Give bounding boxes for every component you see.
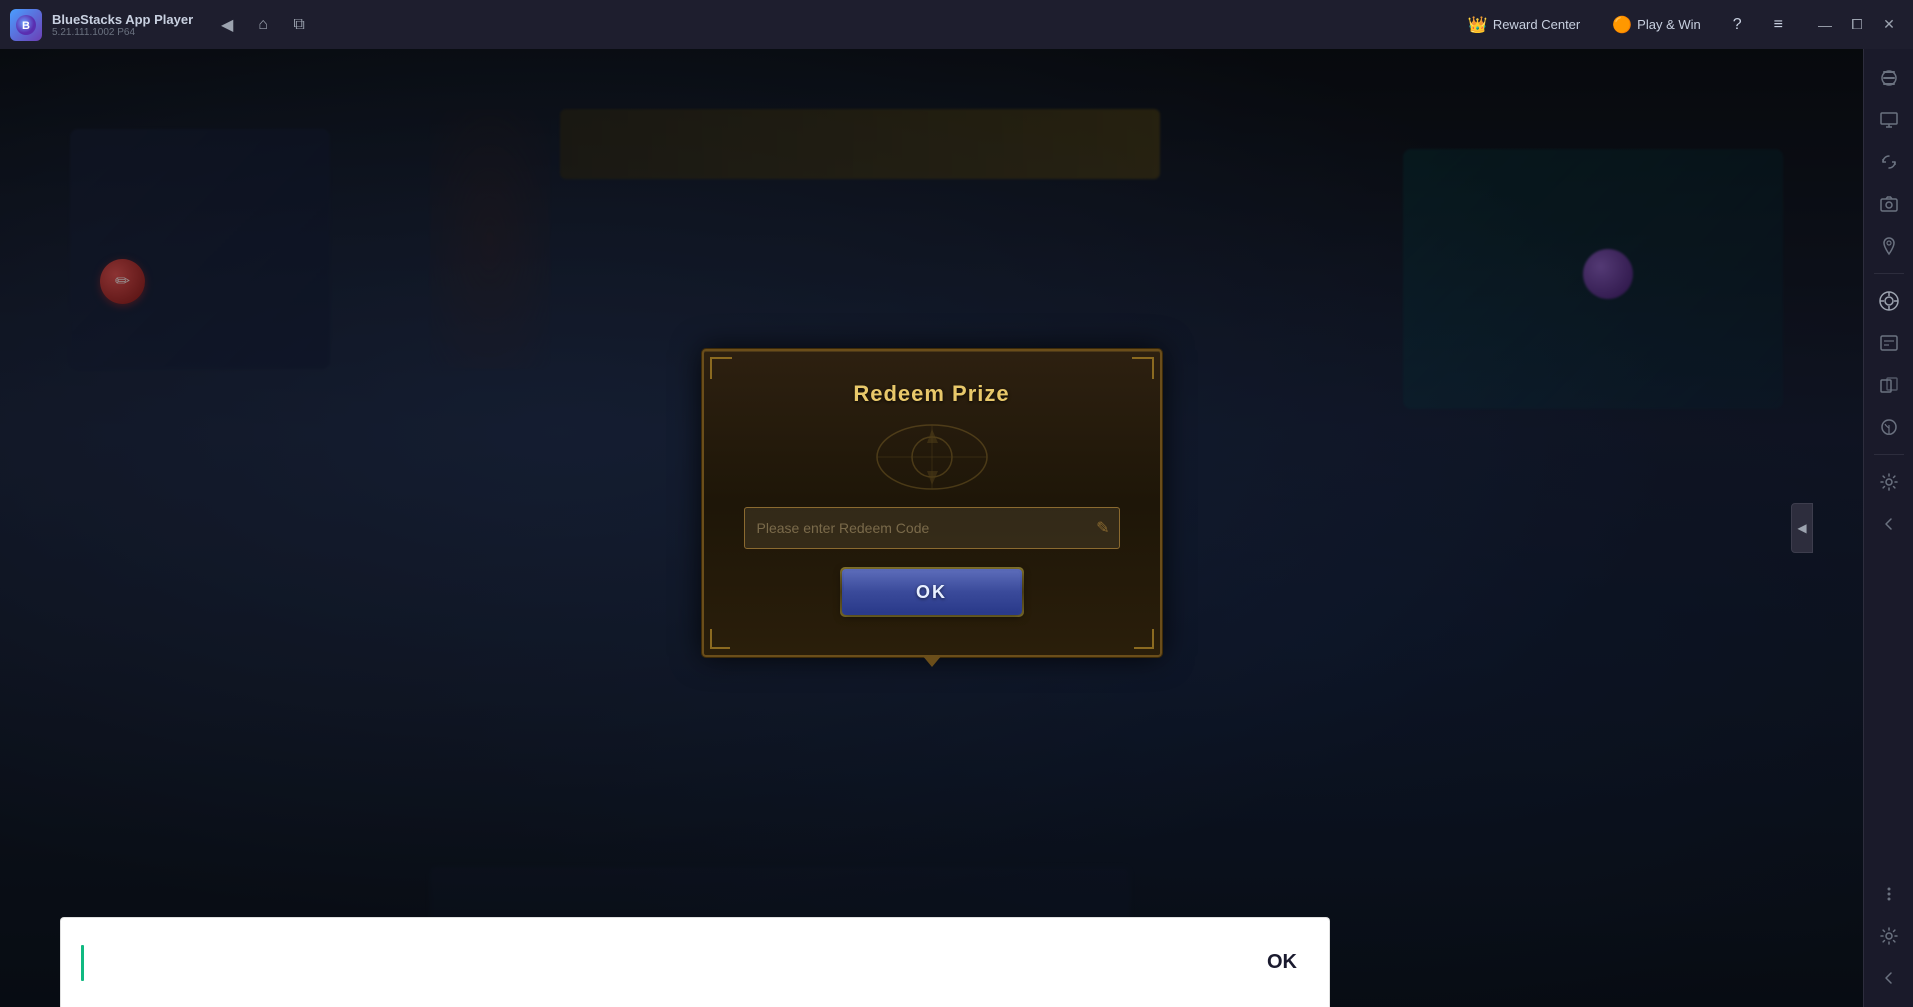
sidebar-sep-2 bbox=[1874, 454, 1904, 455]
sidebar-target-btn[interactable] bbox=[1870, 282, 1908, 320]
corner-bl-decoration bbox=[710, 629, 730, 649]
dialog-title: Redeem Prize bbox=[744, 381, 1120, 407]
window-controls: — ⧠ ✕ bbox=[1811, 11, 1903, 39]
game-viewport[interactable]: ✏ Redeem Prize bbox=[0, 49, 1863, 1007]
sidebar-sep-1 bbox=[1874, 273, 1904, 274]
sidebar-rotate-btn[interactable] bbox=[1870, 143, 1908, 181]
sidebar-location-btn[interactable] bbox=[1870, 227, 1908, 265]
windows-button[interactable]: ⧉ bbox=[285, 11, 313, 39]
right-sidebar bbox=[1863, 49, 1913, 1007]
app-version: 5.21.111.1002 P64 bbox=[52, 27, 193, 38]
sidebar-display-btn[interactable] bbox=[1870, 101, 1908, 139]
bottom-ok-button[interactable]: OK bbox=[1255, 943, 1309, 982]
sidebar-macro-btn[interactable] bbox=[1870, 324, 1908, 362]
ok-button-inner: OK bbox=[844, 571, 1020, 613]
redeem-ok-button[interactable]: OK bbox=[842, 569, 1022, 615]
reward-center-icon: 👑 bbox=[1468, 15, 1488, 35]
back-button[interactable]: ◀ bbox=[213, 11, 241, 39]
close-button[interactable]: ✕ bbox=[1875, 11, 1903, 39]
reward-center-button[interactable]: 👑 Reward Center bbox=[1460, 11, 1588, 39]
play-win-icon: 🟠 bbox=[1612, 15, 1632, 35]
ok-button-wrapper: OK bbox=[744, 569, 1120, 615]
redeem-dialog: Redeem Prize ✎ bbox=[702, 349, 1162, 657]
sidebar-eco-btn[interactable] bbox=[1870, 408, 1908, 446]
redeem-input-wrapper: ✎ bbox=[744, 507, 1120, 549]
bottom-text-input[interactable] bbox=[92, 952, 1235, 973]
sidebar-screenshot-btn[interactable] bbox=[1870, 185, 1908, 223]
minimize-button[interactable]: — bbox=[1811, 11, 1839, 39]
title-bar: B BlueStacks App Player 5.21.111.1002 P6… bbox=[0, 0, 1913, 49]
nav-buttons: ◀ ⌂ ⧉ bbox=[213, 11, 313, 39]
home-button[interactable]: ⌂ bbox=[249, 11, 277, 39]
text-cursor bbox=[81, 945, 84, 981]
sidebar-back-bottom-btn[interactable] bbox=[1870, 959, 1908, 997]
sidebar-back-arrow-btn[interactable] bbox=[1870, 505, 1908, 543]
play-win-label: Play & Win bbox=[1637, 17, 1701, 32]
maximize-button[interactable]: ⧠ bbox=[1843, 11, 1871, 39]
sidebar-settings-gear-btn[interactable] bbox=[1870, 463, 1908, 501]
main-area: ✏ Redeem Prize bbox=[0, 49, 1913, 1007]
play-win-button[interactable]: 🟠 Play & Win bbox=[1604, 11, 1709, 39]
menu-button[interactable]: ≡ bbox=[1766, 12, 1791, 38]
collapse-sidebar-button[interactable]: ◀ bbox=[1791, 503, 1813, 553]
title-bar-right: 👑 Reward Center 🟠 Play & Win ? ≡ bbox=[1460, 11, 1791, 39]
reward-center-label: Reward Center bbox=[1493, 17, 1580, 32]
sidebar-multi-instance-btn[interactable] bbox=[1870, 366, 1908, 404]
app-title: BlueStacks App Player bbox=[52, 12, 193, 27]
svg-text:B: B bbox=[22, 20, 30, 32]
bottom-input-bar: OK bbox=[60, 917, 1330, 1007]
help-button[interactable]: ? bbox=[1725, 12, 1750, 38]
redeem-code-input[interactable] bbox=[744, 507, 1120, 549]
app-logo: B bbox=[10, 9, 42, 41]
app-info: BlueStacks App Player 5.21.111.1002 P64 bbox=[52, 12, 193, 38]
sidebar-more-btn[interactable] bbox=[1870, 875, 1908, 913]
dialog-arrow bbox=[922, 655, 942, 667]
menu-icon: ≡ bbox=[1774, 16, 1783, 34]
corner-br-decoration bbox=[1134, 629, 1154, 649]
ok-button-label: OK bbox=[916, 582, 947, 603]
dialog-emblem bbox=[744, 417, 1120, 497]
sidebar-settings-btn[interactable] bbox=[1870, 59, 1908, 97]
help-icon: ? bbox=[1733, 16, 1742, 34]
dialog-overlay: Redeem Prize ✎ bbox=[0, 49, 1863, 1007]
sidebar-settings-bottom-btn[interactable] bbox=[1870, 917, 1908, 955]
